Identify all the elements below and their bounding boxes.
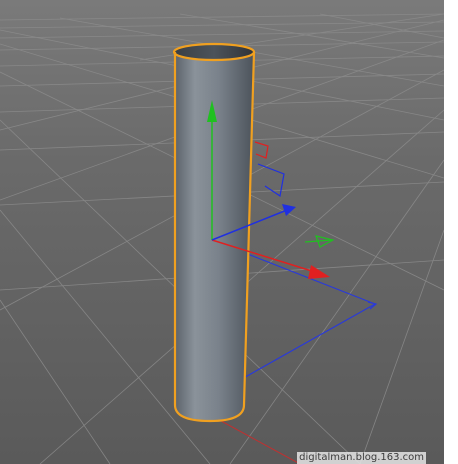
watermark-text: digitalman.blog.163.com bbox=[297, 452, 426, 464]
right-margin bbox=[444, 0, 458, 464]
cylinder-object[interactable] bbox=[172, 42, 256, 423]
3d-viewport[interactable]: digitalman.blog.163.com bbox=[0, 0, 444, 464]
viewport-scene[interactable] bbox=[0, 0, 444, 464]
